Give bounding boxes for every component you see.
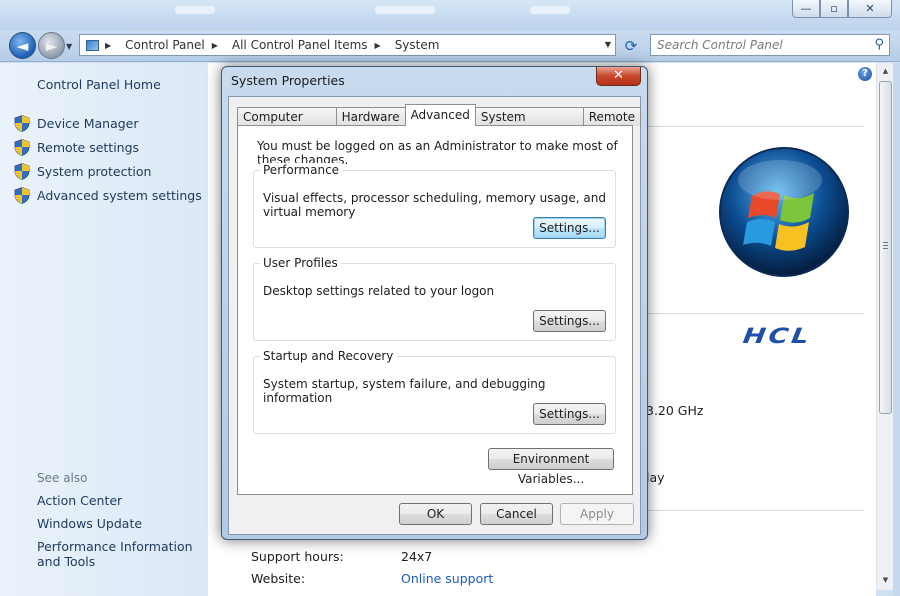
titlebar-faint-text bbox=[530, 6, 570, 14]
user-profiles-description: Desktop settings related to your logon bbox=[263, 284, 495, 298]
window-controls: — ▫ ✕ bbox=[792, 0, 892, 18]
search-placeholder: Search Control Panel bbox=[657, 38, 783, 52]
search-input[interactable]: Search Control Panel ⚲ bbox=[650, 34, 890, 56]
ok-button[interactable]: OK bbox=[399, 503, 472, 525]
cancel-button[interactable]: Cancel bbox=[480, 503, 553, 525]
breadcrumb-control-panel[interactable]: Control Panel bbox=[125, 38, 205, 52]
minimize-icon[interactable]: — bbox=[792, 0, 820, 18]
sidebar-item-remote-settings[interactable]: Remote settings bbox=[14, 135, 202, 159]
grip-icon bbox=[883, 242, 888, 249]
tab-computer-name[interactable]: Computer Name bbox=[237, 107, 337, 142]
sidebar-item-label: Advanced system settings bbox=[37, 187, 202, 203]
breadcrumb-separator[interactable]: ▶ bbox=[212, 41, 225, 50]
breadcrumb-separator[interactable]: ▶ bbox=[105, 41, 118, 50]
control-panel-icon bbox=[86, 39, 99, 51]
environment-variables-button[interactable]: Environment Variables... bbox=[488, 448, 614, 486]
see-also-links: Action Center Windows Update Performance… bbox=[37, 493, 202, 577]
user-profiles-label: User Profiles bbox=[260, 256, 341, 270]
startup-recovery-description: System startup, system failure, and debu… bbox=[263, 377, 546, 405]
uac-shield-icon bbox=[14, 114, 30, 132]
close-icon[interactable]: ✕ bbox=[848, 0, 892, 18]
titlebar-faint-text bbox=[175, 6, 215, 14]
tab-system-protection[interactable]: System Protection bbox=[474, 107, 584, 142]
section-divider bbox=[648, 510, 864, 511]
startup-recovery-label: Startup and Recovery bbox=[260, 349, 397, 363]
breadcrumb-all-control-panel-items[interactable]: All Control Panel Items bbox=[232, 38, 368, 52]
sidebar-item-device-manager[interactable]: Device Manager bbox=[14, 111, 202, 135]
refresh-icon[interactable]: ⟳ bbox=[621, 36, 641, 56]
tab-strip: Computer Name Hardware Advanced System P… bbox=[237, 104, 641, 142]
user-profiles-settings-button[interactable]: Settings... bbox=[533, 310, 606, 332]
performance-information-link[interactable]: Performance Information and Tools bbox=[37, 539, 202, 569]
sidebar-item-label: Device Manager bbox=[37, 115, 139, 131]
processor-speed-fragment: 3.20 GHz bbox=[646, 403, 704, 418]
performance-description: Visual effects, processor scheduling, me… bbox=[263, 191, 607, 219]
support-hours-value: 24x7 bbox=[401, 549, 433, 564]
user-profiles-group: User Profiles Desktop settings related t… bbox=[253, 256, 616, 341]
breadcrumb-separator[interactable]: ▶ bbox=[375, 41, 388, 50]
hcl-logo: HCL bbox=[741, 324, 814, 349]
address-bar[interactable]: ▶ Control Panel ▶ All Control Panel Item… bbox=[79, 34, 616, 56]
control-panel-home-link[interactable]: Control Panel Home bbox=[37, 77, 161, 92]
tab-advanced[interactable]: Advanced bbox=[404, 104, 476, 126]
help-icon[interactable]: ? bbox=[858, 67, 872, 81]
online-support-link[interactable]: Online support bbox=[401, 571, 493, 586]
section-divider bbox=[648, 313, 864, 314]
website-label: Website: bbox=[251, 571, 306, 586]
scroll-down-icon[interactable]: ▼ bbox=[877, 573, 894, 588]
display-fragment: lay bbox=[646, 470, 665, 485]
sidebar-item-advanced-system-settings[interactable]: Advanced system settings bbox=[14, 183, 202, 207]
apply-button[interactable]: Apply bbox=[560, 503, 634, 525]
vertical-scrollbar[interactable]: ▲ ▼ bbox=[876, 63, 893, 590]
search-icon[interactable]: ⚲ bbox=[874, 37, 884, 52]
action-center-link[interactable]: Action Center bbox=[37, 493, 202, 508]
windows-logo bbox=[718, 146, 852, 280]
task-list: Device Manager Remote settings System pr… bbox=[14, 111, 202, 207]
uac-shield-icon bbox=[14, 186, 30, 204]
maximize-icon[interactable]: ▫ bbox=[820, 0, 848, 18]
scrollbar-thumb[interactable] bbox=[879, 81, 892, 414]
startup-recovery-settings-button[interactable]: Settings... bbox=[533, 403, 606, 425]
scroll-up-icon[interactable]: ▲ bbox=[877, 64, 894, 79]
forward-button[interactable]: ► bbox=[38, 32, 65, 59]
recent-pages-dropdown-icon[interactable]: ▼ bbox=[66, 42, 72, 51]
navigation-bar: ◄ ► ▼ ▶ Control Panel ▶ All Control Pane… bbox=[0, 30, 900, 62]
address-dropdown-icon[interactable]: ▼ bbox=[605, 40, 611, 49]
task-pane: Control Panel Home Device Manager Remote… bbox=[0, 63, 208, 596]
windows-update-link[interactable]: Windows Update bbox=[37, 516, 202, 531]
dialog-close-icon[interactable]: ✕ bbox=[596, 67, 641, 86]
window-titlebar: — ▫ ✕ bbox=[0, 0, 900, 30]
performance-settings-button[interactable]: Settings... bbox=[533, 217, 606, 239]
forward-arrow-icon: ► bbox=[45, 36, 58, 55]
startup-recovery-group: Startup and Recovery System startup, sys… bbox=[253, 349, 616, 434]
uac-shield-icon bbox=[14, 138, 30, 156]
back-arrow-icon: ◄ bbox=[16, 36, 29, 55]
section-divider bbox=[648, 126, 864, 127]
support-hours-label: Support hours: bbox=[251, 549, 344, 564]
tab-remote[interactable]: Remote bbox=[582, 107, 641, 126]
tab-hardware[interactable]: Hardware bbox=[335, 107, 406, 126]
dialog-title: System Properties bbox=[231, 73, 345, 88]
uac-shield-icon bbox=[14, 162, 30, 180]
titlebar-faint-text bbox=[375, 6, 435, 14]
dialog-body: Computer Name Hardware Advanced System P… bbox=[228, 96, 641, 535]
performance-group: Performance Visual effects, processor sc… bbox=[253, 163, 616, 248]
sidebar-item-label: Remote settings bbox=[37, 139, 140, 155]
window-frame-edge bbox=[893, 63, 900, 596]
advanced-tab-panel: You must be logged on as an Administrato… bbox=[237, 125, 633, 495]
performance-label: Performance bbox=[260, 163, 343, 177]
back-button[interactable]: ◄ bbox=[9, 32, 36, 59]
sidebar-item-label: System protection bbox=[37, 163, 152, 179]
system-properties-dialog: System Properties ✕ Computer Name Hardwa… bbox=[221, 66, 648, 540]
sidebar-item-system-protection[interactable]: System protection bbox=[14, 159, 202, 183]
see-also-heading: See also bbox=[37, 471, 88, 485]
breadcrumb-system[interactable]: System bbox=[395, 38, 440, 52]
